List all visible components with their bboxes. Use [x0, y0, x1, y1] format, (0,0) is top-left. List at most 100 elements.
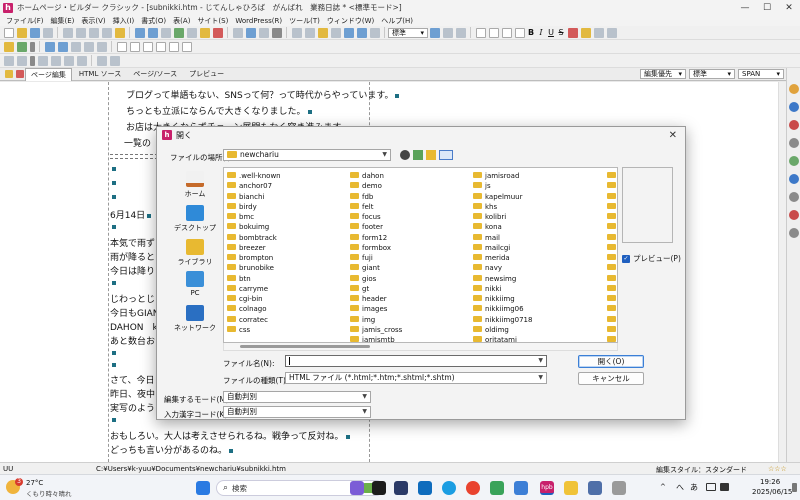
numbered-list-icon[interactable]	[514, 27, 525, 38]
outlook-icon[interactable]	[418, 481, 432, 495]
horizontal-rule-icon[interactable]	[44, 41, 55, 52]
place-network[interactable]: ネットワーク	[170, 305, 220, 333]
file-list-item[interactable]: she	[607, 284, 617, 294]
form-icon[interactable]	[199, 27, 210, 38]
editor-line[interactable]	[110, 278, 116, 288]
editor-line[interactable]: 一覧の	[124, 136, 151, 149]
file-list-item[interactable]: brompton	[227, 253, 273, 263]
file-list-item[interactable]: focus	[350, 212, 381, 222]
location-select[interactable]: newchariu ▼	[223, 149, 391, 161]
print-preview-icon[interactable]	[75, 27, 86, 38]
template-icon[interactable]	[789, 174, 799, 184]
align-center-icon[interactable]	[442, 27, 453, 38]
group-icon[interactable]	[76, 55, 87, 66]
editor-line[interactable]: ちっとも立派にならんで大きくなりました。	[126, 104, 312, 117]
file-list-item[interactable]: oritatami	[473, 335, 517, 342]
file-list-item[interactable]: anchor07	[227, 181, 272, 191]
notification-icon[interactable]	[792, 483, 797, 492]
open-folder-icon[interactable]	[16, 27, 27, 38]
open-button[interactable]: 開く(O)	[578, 355, 644, 368]
file-list-item[interactable]: merida	[473, 253, 510, 263]
editor-line[interactable]	[110, 192, 116, 202]
preview-checkbox[interactable]: ✓ プレビュー(P)	[622, 253, 681, 264]
menu-format[interactable]: 書式(O)	[141, 16, 166, 26]
menu-site[interactable]: サイト(S)	[197, 16, 228, 26]
chrome-icon[interactable]	[466, 481, 480, 495]
parts-icon[interactable]	[789, 120, 799, 130]
file-list-item[interactable]: js	[473, 181, 491, 191]
file-list-item[interactable]: dahon	[350, 171, 384, 181]
underline-button[interactable]: U	[546, 28, 556, 37]
form-checkbox-icon[interactable]	[142, 41, 153, 52]
save-icon[interactable]	[29, 27, 40, 38]
file-list-item[interactable]: fuji	[350, 253, 373, 263]
file-list-item[interactable]: sp	[607, 294, 617, 304]
back-icon[interactable]	[400, 150, 410, 160]
browser-preview-icon[interactable]	[245, 27, 256, 38]
file-list-item[interactable]: form12	[350, 233, 387, 243]
indent-icon[interactable]	[475, 27, 486, 38]
file-list-item[interactable]: cgi-bin	[227, 294, 263, 304]
form-button-icon[interactable]	[129, 41, 140, 52]
menu-view[interactable]: 表示(V)	[81, 16, 105, 26]
menu-insert[interactable]: 挿入(I)	[113, 16, 135, 26]
editor-line[interactable]: 今日もGIAN	[110, 306, 160, 319]
app-generic-icon[interactable]	[588, 481, 602, 495]
place-pc[interactable]: PC	[170, 271, 220, 297]
file-list-item[interactable]: colnago	[227, 304, 267, 314]
file-list-item[interactable]: btn	[227, 274, 251, 284]
file-list-item[interactable]: gios	[350, 274, 376, 284]
highlight-icon[interactable]	[580, 27, 591, 38]
file-list-item[interactable]: oxf	[607, 181, 617, 191]
weather-widget[interactable]: 3	[6, 478, 24, 496]
zoom-icon[interactable]	[258, 27, 269, 38]
editor-line[interactable]	[110, 222, 116, 232]
file-list-item[interactable]: header	[350, 294, 387, 304]
link-view-icon[interactable]	[789, 210, 799, 220]
italic-button[interactable]: I	[536, 28, 546, 37]
clock-date[interactable]: 2025/06/15	[752, 488, 792, 496]
file-list-item[interactable]: pac	[607, 212, 617, 222]
paragraph-style-select[interactable]: 標準 ▾	[388, 27, 428, 38]
paste-icon[interactable]	[114, 27, 125, 38]
app-gray-icon[interactable]	[612, 481, 626, 495]
file-list-item[interactable]: tat	[607, 325, 617, 335]
wifi-icon[interactable]	[706, 483, 716, 491]
maximize-button[interactable]: ☐	[756, 3, 778, 13]
menu-edit[interactable]: 編集(E)	[51, 16, 75, 26]
file-list-item[interactable]: osi	[607, 171, 617, 181]
color-icon[interactable]	[212, 27, 223, 38]
undo-icon-2[interactable]	[343, 27, 354, 38]
bold-button[interactable]: B	[526, 28, 536, 37]
file-list-item[interactable]: rid	[607, 243, 617, 253]
task-view-icon[interactable]	[372, 481, 386, 495]
file-list-item[interactable]: felt	[350, 202, 373, 212]
ime-indicator[interactable]: へ	[676, 482, 684, 493]
editor-scrollbar[interactable]	[778, 82, 786, 462]
editor-line[interactable]	[110, 348, 116, 358]
cancel-button[interactable]: キャンセル	[578, 372, 644, 385]
table-insert-icon[interactable]	[57, 41, 68, 52]
homepage-builder-taskbar-icon[interactable]: hpb	[540, 481, 554, 495]
dropdown-icon[interactable]	[29, 41, 35, 52]
editor-line[interactable]	[110, 178, 116, 188]
up-folder-icon[interactable]	[413, 150, 423, 160]
print-icon[interactable]	[62, 27, 73, 38]
undo-icon[interactable]	[134, 27, 145, 38]
image-insert-icon[interactable]	[16, 41, 27, 52]
file-list-item[interactable]: gt	[350, 284, 369, 294]
file-list-item[interactable]: pac	[607, 202, 617, 212]
menu-window[interactable]: ウィンドウ(W)	[327, 16, 374, 26]
object-size-icon[interactable]	[50, 55, 61, 66]
tab-html-source[interactable]: HTML ソース	[74, 68, 126, 80]
font-color-icon[interactable]	[567, 27, 578, 38]
file-list-item[interactable]: bianchi	[227, 192, 264, 202]
file-list-item[interactable]: birdy	[227, 202, 257, 212]
snap-icon[interactable]	[96, 55, 107, 66]
cut-icon[interactable]	[88, 27, 99, 38]
copy-icon-2[interactable]	[304, 27, 315, 38]
align-icon[interactable]	[232, 27, 243, 38]
file-list-item[interactable]: roc	[607, 253, 617, 263]
form-textarea-icon[interactable]	[181, 41, 192, 52]
editor-line[interactable]: DAHON k	[110, 320, 158, 333]
